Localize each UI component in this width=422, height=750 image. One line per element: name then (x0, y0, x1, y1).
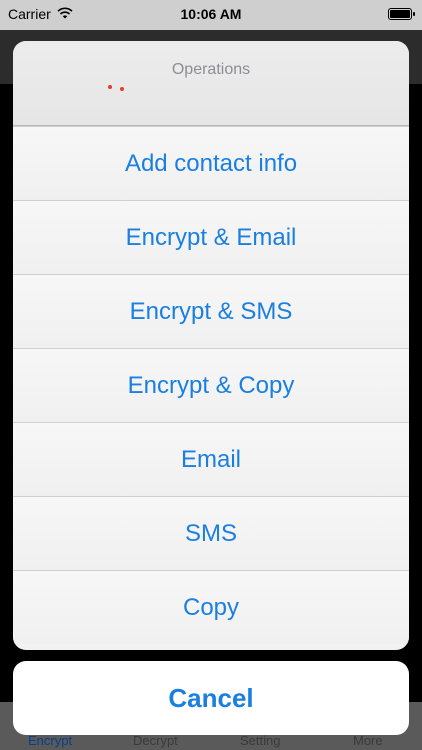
action-sheet-title: Operations (171, 61, 251, 78)
encrypt-copy-button[interactable]: Encrypt & Copy (13, 348, 409, 422)
tab-more[interactable]: More (353, 733, 383, 748)
sms-button[interactable]: SMS (13, 496, 409, 570)
tab-setting[interactable]: Setting (240, 733, 280, 748)
tab-decrypt[interactable]: Decrypt (133, 733, 178, 748)
encrypt-email-button[interactable]: Encrypt & Email (13, 200, 409, 274)
tab-encrypt[interactable]: Encrypt (28, 733, 72, 748)
encrypt-sms-button[interactable]: Encrypt & SMS (13, 274, 409, 348)
action-sheet: Operations Add contact info Encrypt & Em… (13, 41, 409, 650)
decorative-red-mark (108, 85, 112, 89)
status-bar: Carrier 10:06 AM (0, 0, 422, 30)
cancel-button[interactable]: Cancel (13, 661, 409, 735)
decorative-red-mark (120, 87, 124, 91)
add-contact-info-button[interactable]: Add contact info (13, 126, 409, 200)
copy-button[interactable]: Copy (13, 570, 409, 644)
status-time: 10:06 AM (180, 6, 242, 22)
email-button[interactable]: Email (13, 422, 409, 496)
action-sheet-header: Operations (13, 41, 409, 126)
battery-icon (388, 8, 415, 20)
